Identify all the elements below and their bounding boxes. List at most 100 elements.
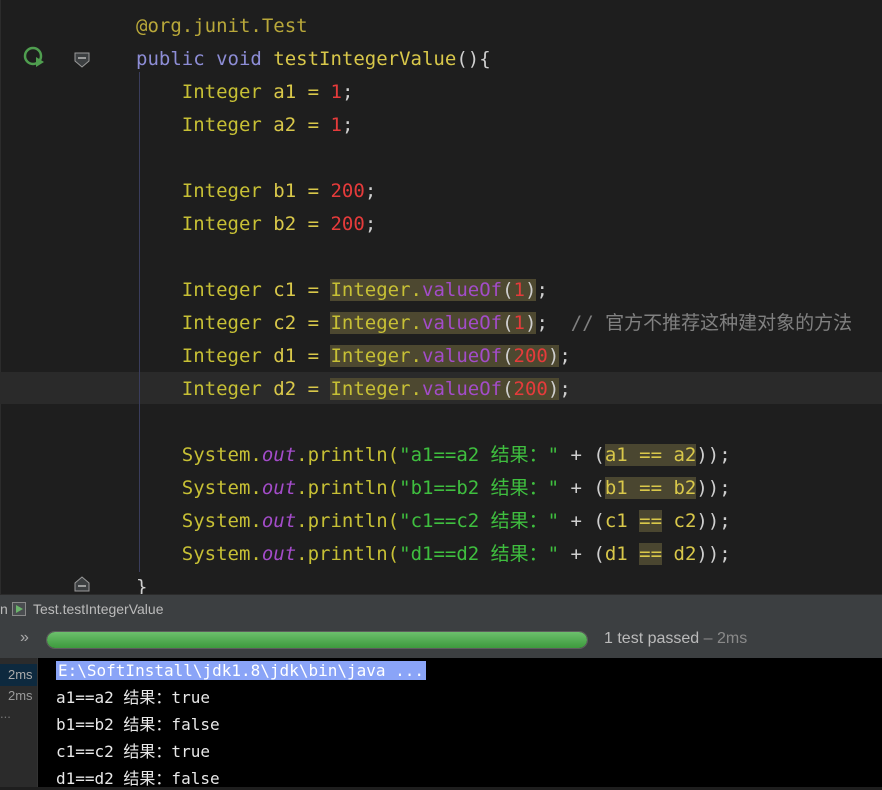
code-token: System. xyxy=(136,543,262,565)
fold-end-icon[interactable] xyxy=(74,576,90,592)
code-token: .println( xyxy=(296,477,400,499)
code-token: b1 == b2 xyxy=(604,477,697,499)
code-token: ; xyxy=(559,345,571,367)
fold-icon[interactable] xyxy=(74,52,90,68)
code-token: 1 xyxy=(513,312,525,334)
code-token: )); xyxy=(696,444,731,466)
code-token: ; xyxy=(364,213,377,235)
code-token: } xyxy=(136,576,148,594)
code-token: a2 = xyxy=(273,114,331,136)
code-token: ) xyxy=(547,345,560,367)
test-runner-toolbar: » 1 test passed – 2ms xyxy=(0,622,882,658)
gutter-divider xyxy=(0,0,1,594)
code-token: System. xyxy=(136,444,262,466)
code-token: + ( xyxy=(559,543,605,565)
test-status-time: – 2ms xyxy=(699,630,748,647)
code-token: Integer xyxy=(136,81,274,103)
code-token: + ( xyxy=(559,444,605,466)
code-token: ( xyxy=(502,312,514,334)
code-token: Integer xyxy=(136,378,274,400)
run-panel-edge-label: n xyxy=(0,601,8,617)
console-line: a1==a2 结果：true xyxy=(56,688,210,707)
run-gutter-icon[interactable] xyxy=(22,45,46,69)
code-token: (){ xyxy=(456,48,491,70)
code-line: } xyxy=(136,571,147,594)
test-tab-icon xyxy=(12,602,26,616)
code-token: System. xyxy=(136,510,262,532)
code-token: ; xyxy=(559,378,571,400)
test-tree-more: ... xyxy=(0,706,11,721)
code-token: 1 xyxy=(330,81,342,103)
test-status: 1 test passed – 2ms xyxy=(604,630,747,648)
code-line: Integer b2 = 200; xyxy=(136,208,377,241)
code-line: Integer c1 = Integer.valueOf(1); xyxy=(136,274,548,307)
code-line: Integer b1 = 200; xyxy=(136,175,377,208)
test-progress-fill xyxy=(47,632,587,648)
code-token: valueOf xyxy=(422,378,503,400)
code-token: Integer xyxy=(136,312,274,334)
code-token: Integer. xyxy=(330,345,422,367)
code-token: valueOf xyxy=(422,312,503,334)
code-line: @org.junit.Test xyxy=(136,10,308,43)
code-token: Test xyxy=(261,15,308,37)
code-token: "c1==c2 结果：" xyxy=(399,510,560,532)
code-token: out xyxy=(261,510,297,532)
code-token: c1 xyxy=(604,510,640,532)
code-token: out xyxy=(261,444,297,466)
code-token: 200 xyxy=(330,213,365,235)
code-token: .println( xyxy=(296,444,400,466)
code-token: a1 = xyxy=(273,81,331,103)
code-token: Integer. xyxy=(330,378,422,400)
code-token: )); xyxy=(696,543,731,565)
code-token: valueOf xyxy=(422,345,503,367)
code-line: System.out.println("d1==d2 结果：" + (d1 ==… xyxy=(136,538,731,571)
code-token: b2 = xyxy=(273,213,331,235)
test-status-main: 1 test passed xyxy=(604,630,700,647)
code-token: "d1==d2 结果：" xyxy=(399,543,560,565)
code-token: )); xyxy=(696,510,731,532)
code-token: valueOf xyxy=(422,279,503,301)
console-command[interactable]: E:\SoftInstall\jdk1.8\jdk\bin\java ... xyxy=(56,661,427,680)
code-token: == xyxy=(639,543,663,565)
code-line: Integer a1 = 1; xyxy=(136,76,354,109)
run-tab-label[interactable]: Test.testIntegerValue xyxy=(33,601,163,617)
code-token: System. xyxy=(136,477,262,499)
code-line: System.out.println("c1==c2 结果：" + (c1 ==… xyxy=(136,505,731,538)
code-line: System.out.println("a1==a2 结果：" + (a1 ==… xyxy=(136,439,731,472)
code-line: Integer c2 = Integer.valueOf(1); // 官方不推… xyxy=(136,307,852,340)
test-tree-item-time[interactable]: 2ms xyxy=(0,664,37,686)
code-token: .println( xyxy=(296,510,400,532)
code-token: testIntegerValue xyxy=(273,48,457,70)
code-token: public void xyxy=(136,48,274,70)
code-token: + ( xyxy=(559,477,605,499)
code-token: ( xyxy=(502,378,514,400)
code-token: c2 xyxy=(662,510,697,532)
code-token: 1 xyxy=(513,279,525,301)
code-token: // 官方不推荐这种建对象的方法 xyxy=(570,312,853,334)
code-token: a1 == a2 xyxy=(604,444,697,466)
code-token: ; xyxy=(341,81,354,103)
test-tree-item-time[interactable]: 2ms xyxy=(8,688,33,703)
console-line: c1==c2 结果：true xyxy=(56,742,210,761)
expand-chevron-icon[interactable]: » xyxy=(20,629,29,647)
code-token: "a1==a2 结果：" xyxy=(399,444,560,466)
code-token: 200 xyxy=(330,180,365,202)
code-token: d2 = xyxy=(273,378,331,400)
code-token: 200 xyxy=(513,378,548,400)
code-editor[interactable]: @org.junit.Test public void testIntegerVa… xyxy=(0,0,882,594)
code-token: "b1==b2 结果：" xyxy=(399,477,560,499)
console-line: b1==b2 结果：false xyxy=(56,715,220,734)
code-token: c1 = xyxy=(273,279,331,301)
run-tool-window-header: n Test.testIntegerValue xyxy=(0,594,882,623)
code-token: ( xyxy=(502,279,514,301)
code-token: c2 = xyxy=(273,312,331,334)
code-token: ) xyxy=(524,312,537,334)
code-token: d2 xyxy=(662,543,697,565)
code-token: ) xyxy=(524,279,537,301)
code-token: Integer xyxy=(136,279,274,301)
code-token: out xyxy=(261,543,297,565)
console-output[interactable]: E:\SoftInstall\jdk1.8\jdk\bin\java ... a… xyxy=(38,658,882,788)
code-token: ; xyxy=(536,279,548,301)
code-token: ; xyxy=(364,180,377,202)
code-token: ; xyxy=(536,312,571,334)
